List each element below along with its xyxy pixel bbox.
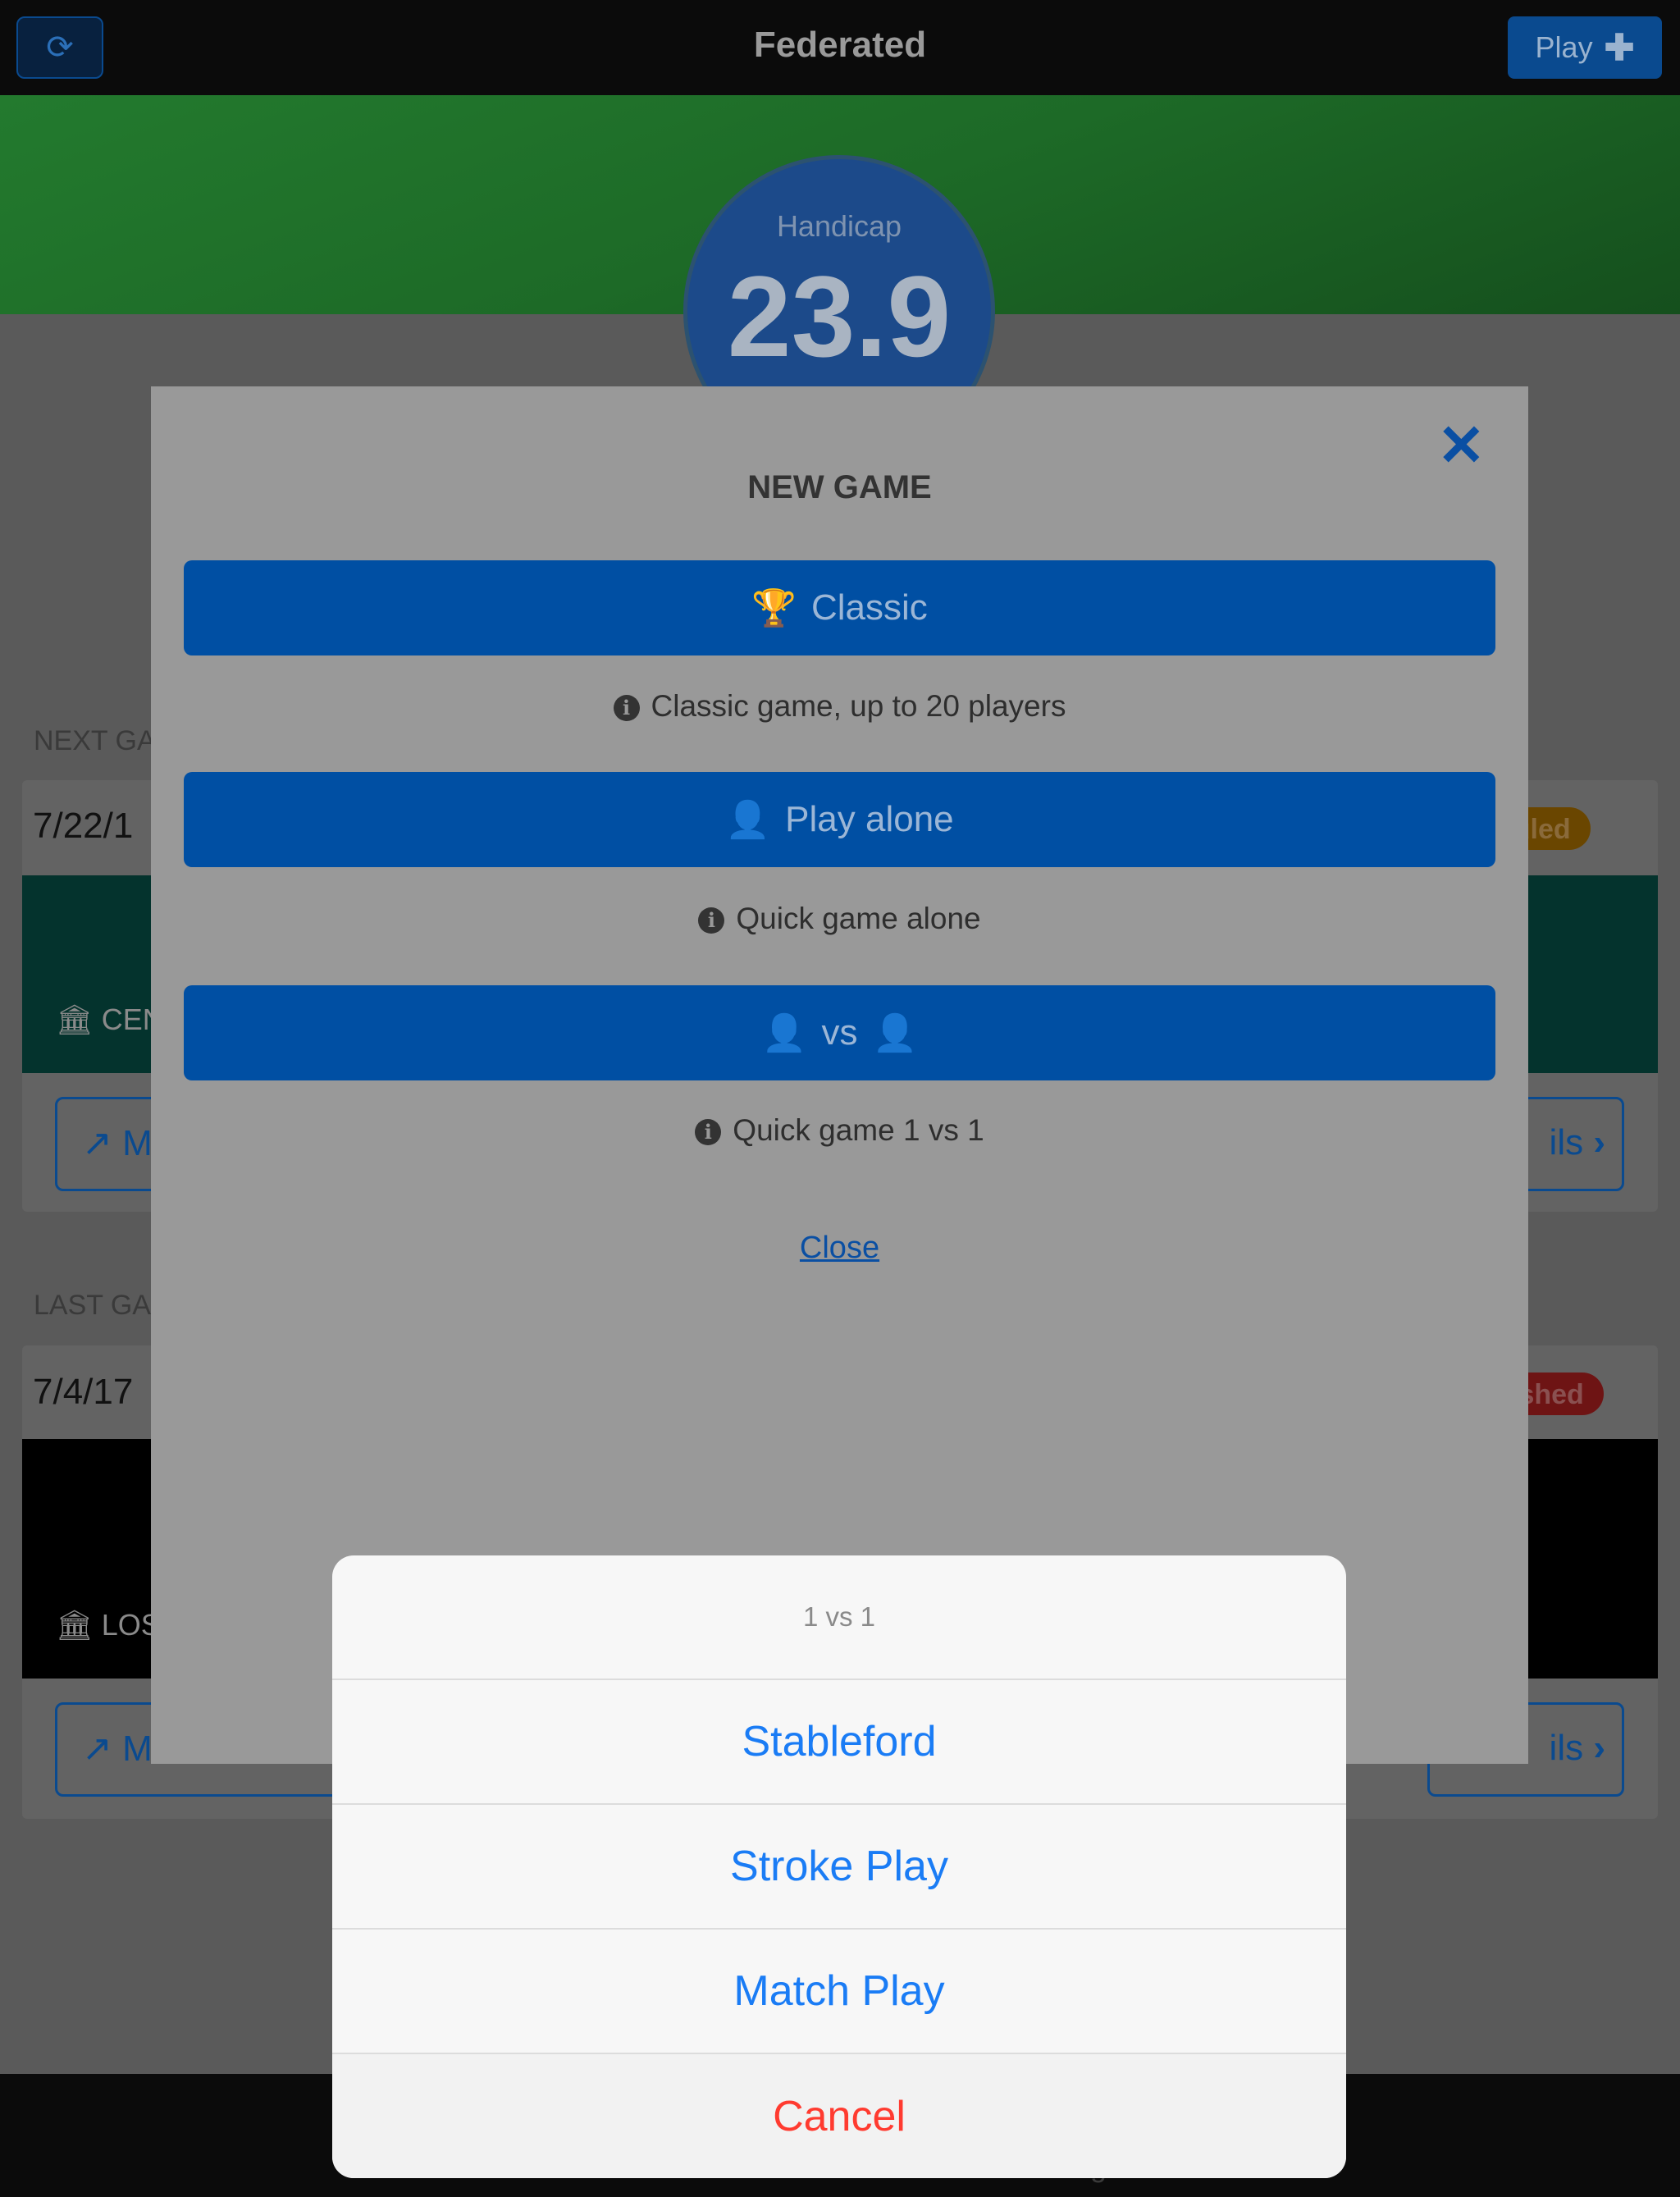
user-icon: 👤 <box>872 1013 918 1053</box>
bank-icon: 🏛 <box>56 1003 94 1036</box>
chevron-right-icon: › <box>1593 1122 1605 1162</box>
info-icon: i <box>695 1119 722 1145</box>
last-course: 🏛 LOS <box>56 1608 161 1642</box>
info-icon: i <box>613 695 640 721</box>
close-icon[interactable]: ✕ <box>1437 417 1486 474</box>
play-alone-button[interactable]: 👤 Play alone <box>184 772 1495 867</box>
close-link[interactable]: Close <box>151 1231 1528 1266</box>
stroke-play-option[interactable]: Stroke Play <box>332 1803 1346 1928</box>
vs-info: i Quick game 1 vs 1 <box>151 1113 1528 1148</box>
external-link-icon: ↗ <box>82 1123 112 1163</box>
action-sheet: 1 vs 1 Stableford Stroke Play Match Play… <box>332 1555 1346 2178</box>
stableford-option[interactable]: Stableford <box>332 1679 1346 1803</box>
classic-info: i Classic game, up to 20 players <box>151 689 1528 724</box>
play-label: Play <box>1535 30 1593 64</box>
play-button[interactable]: Play ✚ <box>1508 16 1662 79</box>
play-alone-info: i Quick game alone <box>151 902 1528 936</box>
classic-button[interactable]: 🏆 Classic <box>184 560 1495 655</box>
user-icon: 👤 <box>761 1013 807 1053</box>
external-link-icon: ↗ <box>82 1729 112 1769</box>
handicap-label: Handicap <box>776 209 902 243</box>
next-game-heading: NEXT GA <box>34 725 156 756</box>
modal-title: NEW GAME <box>747 469 932 505</box>
next-course: 🏛 CEN <box>56 1003 164 1036</box>
bank-icon: 🏛 <box>56 1608 94 1642</box>
match-play-option[interactable]: Match Play <box>332 1928 1346 2053</box>
plus-icon: ✚ <box>1604 27 1635 68</box>
last-game-heading: LAST GA <box>34 1290 151 1321</box>
info-icon: i <box>698 907 725 934</box>
page-title: Federated <box>753 25 927 65</box>
chevron-right-icon: › <box>1593 1728 1605 1768</box>
user-icon: 👤 <box>725 800 771 840</box>
trophy-icon: 🏆 <box>751 588 797 628</box>
handicap-value: 23.9 <box>727 252 952 381</box>
action-sheet-title: 1 vs 1 <box>802 1601 876 1632</box>
next-game-date: 7/22/1 <box>33 806 134 846</box>
vs-button[interactable]: 👤 vs 👤 <box>184 985 1495 1080</box>
cancel-button[interactable]: Cancel <box>332 2053 1346 2178</box>
last-game-date: 7/4/17 <box>33 1372 134 1412</box>
